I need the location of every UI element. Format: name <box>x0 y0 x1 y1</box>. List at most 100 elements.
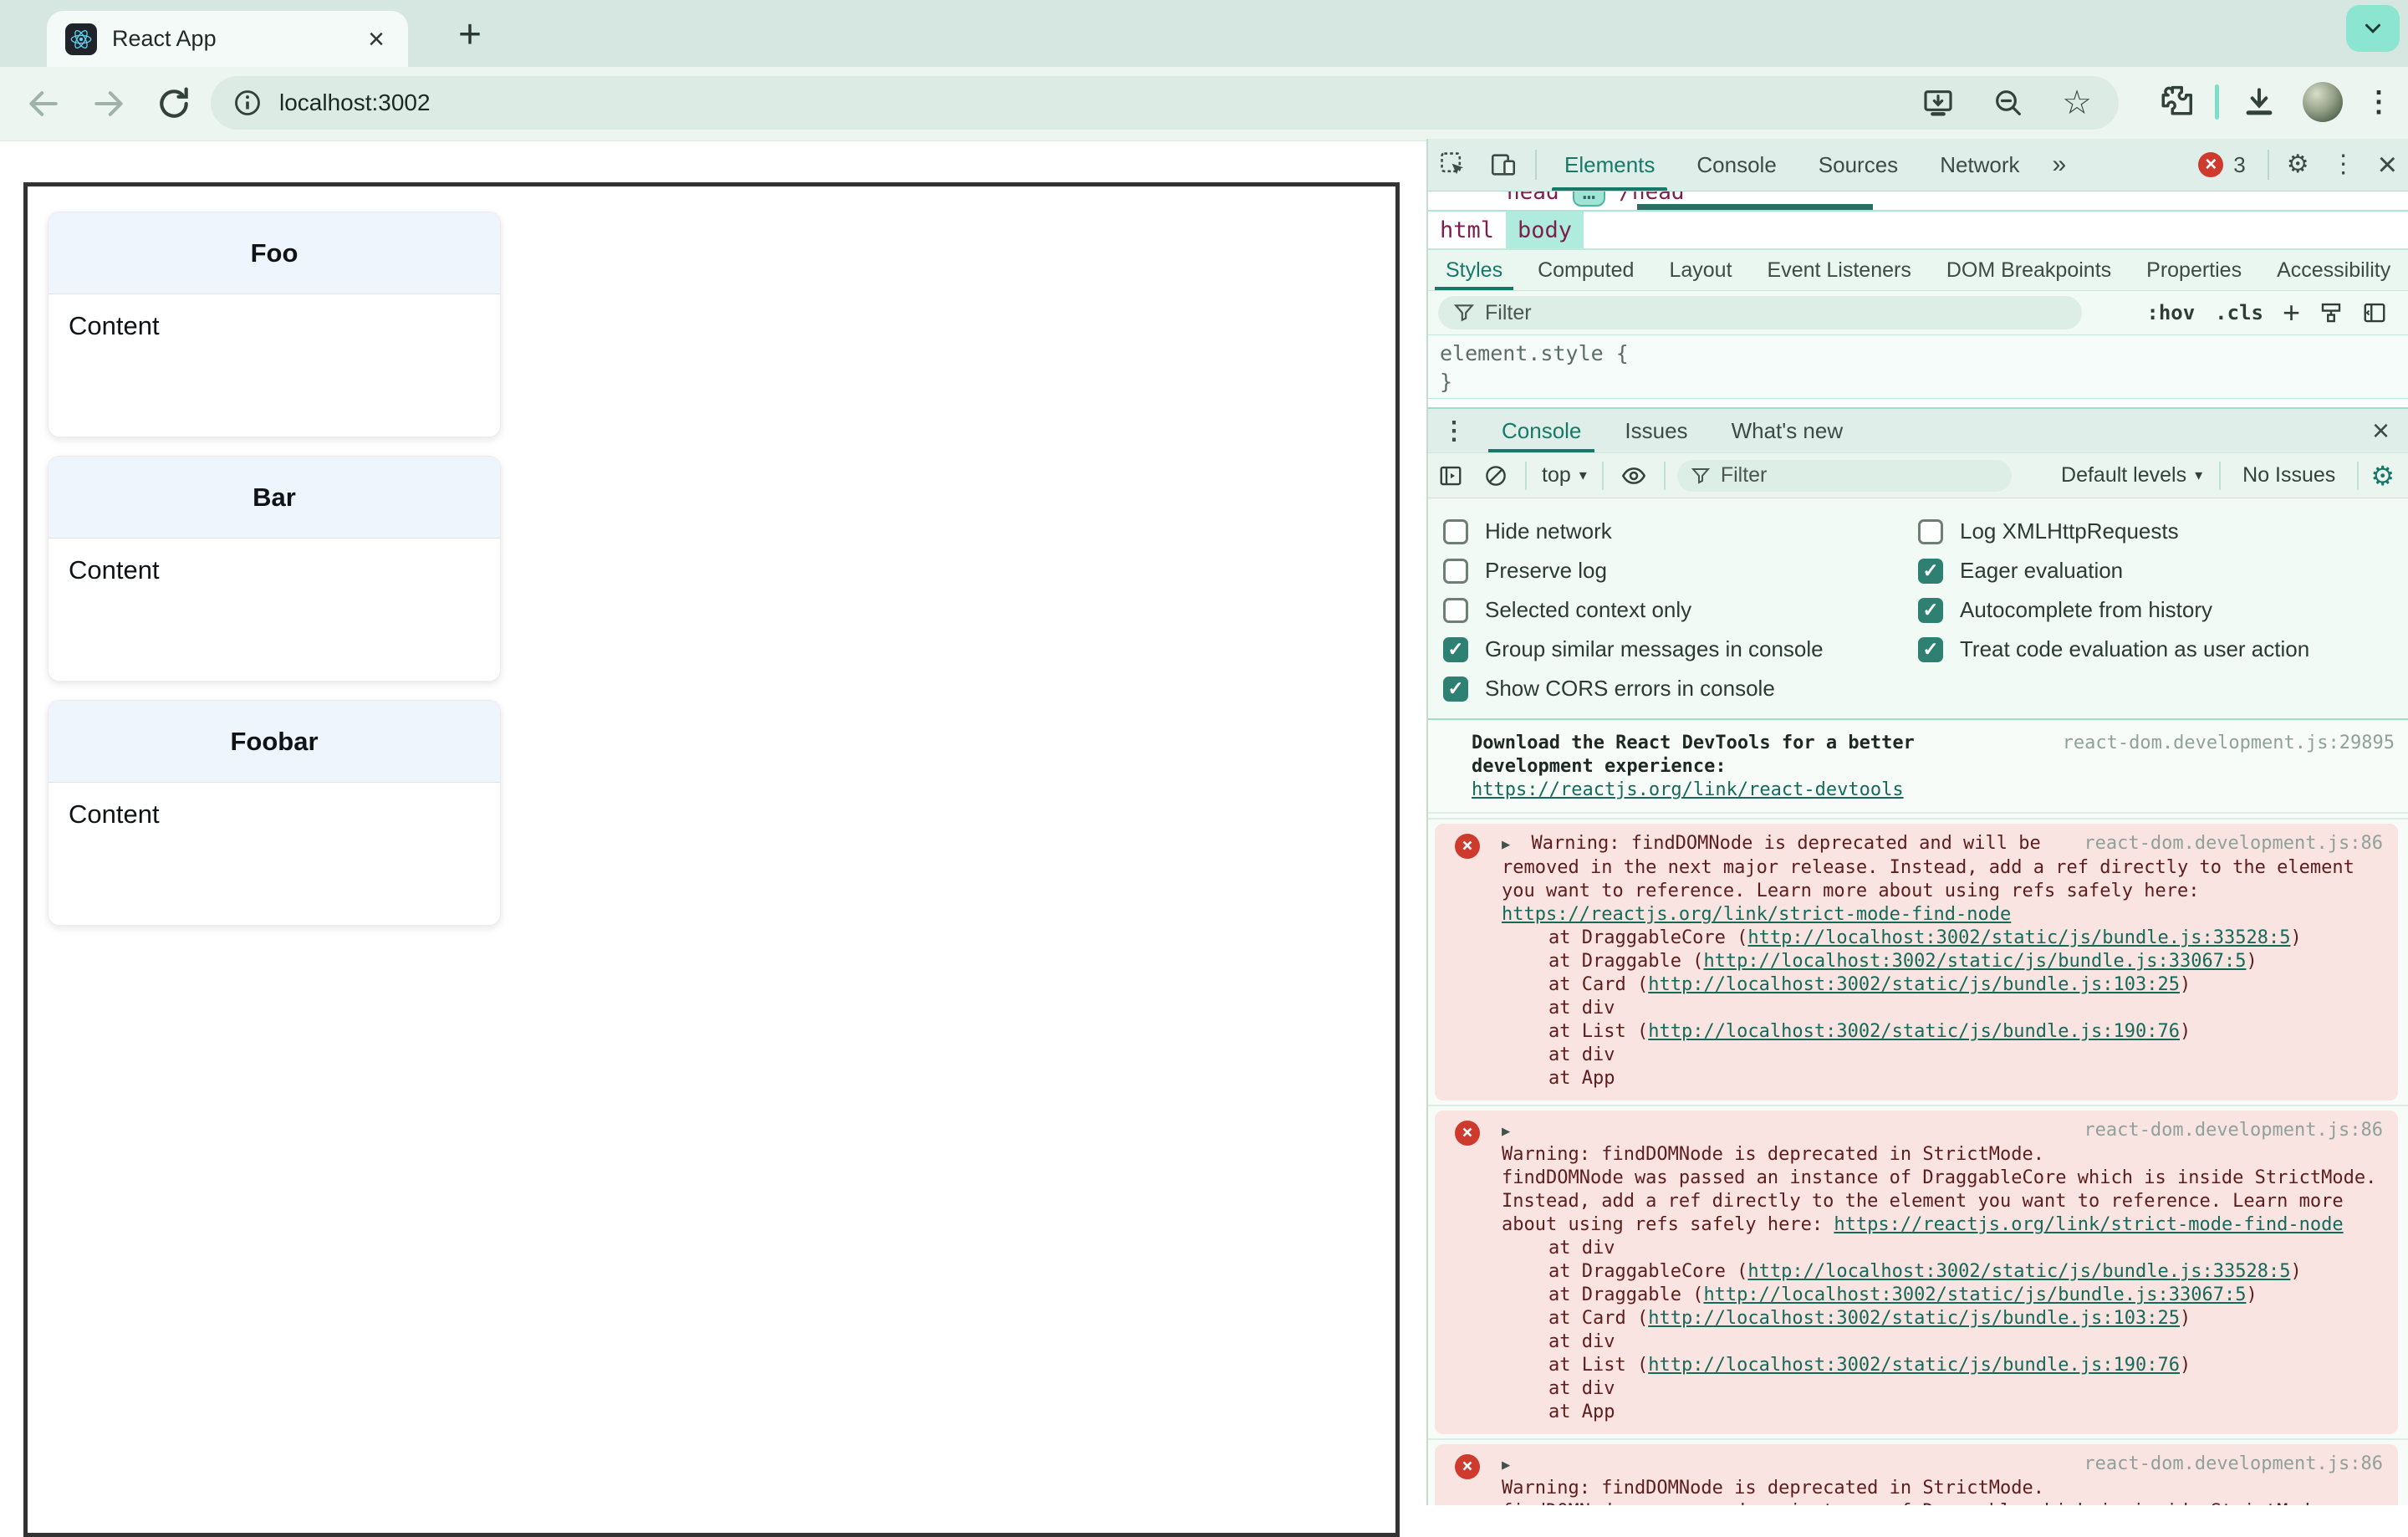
back-button[interactable] <box>25 85 62 122</box>
styles-tab[interactable]: Computed <box>1520 250 1651 290</box>
styles-tab[interactable]: Properties <box>2129 250 2259 290</box>
window-chevron-button[interactable] <box>2346 5 2400 52</box>
issues-status[interactable]: No Issues <box>2227 463 2350 488</box>
browser-menu-icon[interactable]: ⋮ <box>2365 85 2393 119</box>
new-style-rule-icon[interactable]: + <box>2273 295 2309 330</box>
breadcrumb-item[interactable]: body <box>1506 212 1584 248</box>
stack-frame-link[interactable]: http://localhost:3002/static/js/bundle.j… <box>1648 1355 2180 1376</box>
checkbox[interactable]: ✓ <box>1918 518 1943 544</box>
tab-close-icon[interactable]: × <box>363 23 390 55</box>
expand-triangle-icon[interactable]: ▶ <box>1502 836 1510 853</box>
styles-filter-input[interactable]: Filter <box>1438 296 2082 329</box>
dom-tree-clipped-row[interactable]: head … /head <box>1428 191 2408 210</box>
console-setting-checkbox[interactable]: ✓ Eager evaluation <box>1918 551 2408 590</box>
console-sidebar-icon[interactable] <box>1428 463 1473 488</box>
draggable-card[interactable]: Foo Content <box>48 212 501 437</box>
styles-tab[interactable]: Styles <box>1428 250 1520 290</box>
checkbox[interactable]: ✓ <box>1443 676 1468 702</box>
console-settings-icon[interactable]: ⚙ <box>2365 460 2408 492</box>
expand-triangle-icon[interactable]: ▶ <box>1502 1457 1510 1473</box>
site-info-icon[interactable] <box>232 88 263 118</box>
card-title[interactable]: Foobar <box>48 701 500 783</box>
checkbox[interactable]: ✓ <box>1918 558 1943 584</box>
stack-frame-link[interactable]: http://localhost:3002/static/js/bundle.j… <box>1648 1308 2180 1329</box>
breadcrumb-item[interactable]: html <box>1428 212 1506 248</box>
more-tabs-icon[interactable]: » <box>2041 151 2079 179</box>
console-setting-checkbox[interactable]: ✓ Log XMLHttpRequests <box>1918 512 2408 551</box>
checkbox[interactable]: ✓ <box>1443 597 1468 623</box>
clear-console-icon[interactable] <box>1473 463 1518 488</box>
card-title[interactable]: Bar <box>48 457 500 539</box>
console-setting-checkbox[interactable]: ✓ Hide network <box>1443 512 1918 551</box>
extensions-puzzle-icon[interactable] <box>2156 84 2193 120</box>
address-bar[interactable]: localhost:3002 ☆ <box>211 76 2119 130</box>
bookmark-star-icon[interactable]: ☆ <box>2062 86 2092 120</box>
draggable-card[interactable]: Foobar Content <box>48 700 501 926</box>
drawer-menu-icon[interactable]: ⋮ <box>1428 409 1480 452</box>
message-link[interactable]: https://reactjs.org/link/strict-mode-fin… <box>1834 1214 2343 1235</box>
console-message[interactable]: × react-dom.development.js:86 ▶ Warning:… <box>1428 1105 2408 1434</box>
checkbox[interactable]: ✓ <box>1918 597 1943 623</box>
console-message[interactable]: × react-dom.development.js:86 ▶ Warning:… <box>1428 1438 2408 1505</box>
rendering-emulation-icon[interactable] <box>2309 300 2353 325</box>
stack-frame-link[interactable]: http://localhost:3002/static/js/bundle.j… <box>1703 951 2246 972</box>
forward-button[interactable] <box>90 85 127 122</box>
dom-ellipsis-button[interactable]: … <box>1572 191 1606 207</box>
profile-avatar[interactable] <box>2303 82 2343 122</box>
styles-tab[interactable]: Event Listeners <box>1750 250 1929 290</box>
live-expression-eye-icon[interactable] <box>1610 462 1657 489</box>
checkbox[interactable]: ✓ <box>1918 636 1943 662</box>
reload-button[interactable] <box>156 85 192 122</box>
console-setting-checkbox[interactable]: ✓ Show CORS errors in console <box>1443 669 1918 708</box>
console-message[interactable]: × react-dom.development.js:29895 ▶ Downl… <box>1428 723 2408 814</box>
url-text[interactable]: localhost:3002 <box>279 89 1885 116</box>
stack-frame-link[interactable]: http://localhost:3002/static/js/bundle.j… <box>1648 974 2180 995</box>
stack-frame-link[interactable]: http://localhost:3002/static/js/bundle.j… <box>1648 1021 2180 1042</box>
console-filter-input[interactable]: Filter <box>1676 459 2012 492</box>
styles-tab[interactable]: DOM Breakpoints <box>1929 250 2129 290</box>
source-location-link[interactable]: react-dom.development.js:29895 <box>2063 732 2395 755</box>
stack-frame-link[interactable]: http://localhost:3002/static/js/bundle.j… <box>1747 1261 2290 1282</box>
dock-sidebar-icon[interactable] <box>2353 300 2396 325</box>
styles-tab[interactable]: Accessibility <box>2259 250 2408 290</box>
checkbox[interactable]: ✓ <box>1443 558 1468 584</box>
source-location-link[interactable]: react-dom.development.js:86 <box>2084 832 2383 855</box>
stack-frame-link[interactable]: http://localhost:3002/static/js/bundle.j… <box>1703 1284 2246 1305</box>
message-link[interactable]: https://reactjs.org/link/strict-mode-fin… <box>1502 903 2011 927</box>
card-title[interactable]: Foo <box>48 212 500 294</box>
error-count-badge[interactable]: × 3 <box>2198 152 2246 178</box>
expand-triangle-icon[interactable]: ▶ <box>1502 1123 1510 1140</box>
stack-frame-link[interactable]: http://localhost:3002/static/js/bundle.j… <box>1747 927 2290 948</box>
devtools-settings-icon[interactable]: ⚙ <box>2276 152 2320 177</box>
devtools-main-tab[interactable]: Sources <box>1798 139 1919 191</box>
console-setting-checkbox[interactable]: ✓ Treat code evaluation as user action <box>1918 630 2408 669</box>
drawer-close-icon[interactable]: × <box>2354 409 2408 452</box>
drawer-tab[interactable]: Console <box>1480 409 1603 452</box>
new-tab-button[interactable]: + <box>458 15 482 55</box>
console-setting-checkbox[interactable]: ✓ Autocomplete from history <box>1918 590 2408 630</box>
message-link[interactable]: https://reactjs.org/link/react-devtools <box>1472 779 1904 802</box>
context-selector[interactable]: top ▾ <box>1533 463 1595 488</box>
console-message[interactable]: × react-dom.development.js:86 ▶ Warning:… <box>1428 818 2408 1100</box>
source-location-link[interactable]: react-dom.development.js:86 <box>2084 1119 2383 1142</box>
devtools-main-tab[interactable]: Network <box>1919 139 2040 191</box>
console-setting-checkbox[interactable]: ✓ Selected context only <box>1443 590 1918 630</box>
draggable-card[interactable]: Bar Content <box>48 456 501 682</box>
checkbox[interactable]: ✓ <box>1443 636 1468 662</box>
devtools-main-tab[interactable]: Console <box>1676 139 1797 191</box>
downloads-icon[interactable] <box>2241 84 2278 120</box>
browser-tab[interactable]: React App × <box>47 11 408 67</box>
devtools-main-tab[interactable]: Elements <box>1543 139 1676 191</box>
console-setting-checkbox[interactable]: ✓ Group similar messages in console <box>1443 630 1918 669</box>
zoom-out-icon[interactable] <box>1992 86 2025 120</box>
drawer-tab[interactable]: Issues <box>1603 409 1709 452</box>
styles-tab[interactable]: Layout <box>1651 250 1749 290</box>
inspect-element-icon[interactable] <box>1428 151 1478 179</box>
device-toolbar-icon[interactable] <box>1478 151 1528 179</box>
drawer-tab[interactable]: What's new <box>1710 409 1865 452</box>
install-app-icon[interactable] <box>1921 86 1955 120</box>
log-levels-selector[interactable]: Default levels ▾ <box>2051 463 2212 488</box>
toggle-hover-state-button[interactable]: :hov <box>2136 301 2205 324</box>
devtools-close-icon[interactable]: × <box>2367 148 2408 181</box>
source-location-link[interactable]: react-dom.development.js:86 <box>2084 1453 2383 1476</box>
